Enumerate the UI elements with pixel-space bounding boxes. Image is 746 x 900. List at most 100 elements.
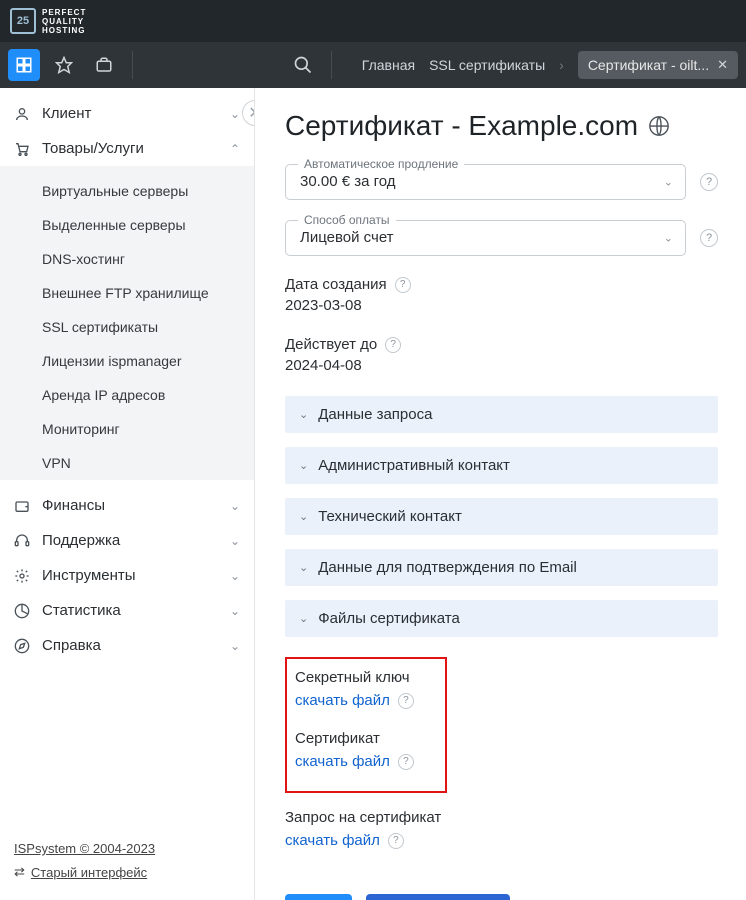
logo-text: PERFECTQUALITYHOSTING (42, 8, 86, 35)
old-interface-link[interactable]: ⇄ Старый интерфейс (14, 864, 155, 880)
sidebar-item-monitoring[interactable]: Мониторинг (0, 412, 254, 446)
highlight-box: Секретный ключ скачать файл? Сертификат … (285, 657, 447, 793)
cert-block: Сертификат скачать файл? (295, 730, 437, 771)
help-icon[interactable]: ? (388, 833, 404, 849)
swap-icon: ⇄ (14, 864, 25, 880)
nav-star-icon[interactable] (48, 49, 80, 81)
help-icon[interactable]: ? (700, 173, 718, 191)
valid-value: 2024-04-08 (285, 357, 718, 374)
sidebar-item-support[interactable]: Поддержка⌄ (0, 523, 254, 558)
chevron-down-icon: ⌄ (299, 612, 308, 625)
payment-select[interactable]: Способ оплаты Лицевой счет ⌄ (285, 220, 686, 256)
csr-label: Запрос на сертификат (285, 809, 718, 826)
help-icon[interactable]: ? (700, 229, 718, 247)
help-icon[interactable]: ? (398, 693, 414, 709)
sidebar-item-ftp[interactable]: Внешнее FTP хранилище (0, 276, 254, 310)
chevron-down-icon: ⌄ (230, 604, 240, 618)
nav-separator (331, 51, 332, 79)
chevron-down-icon: ⌄ (299, 510, 308, 523)
gear-icon (14, 568, 32, 584)
sidebar-item-products[interactable]: Товары/Услуги ⌃ (0, 131, 254, 166)
chevron-up-icon: ⌃ (230, 142, 240, 156)
sidebar-item-client[interactable]: Клиент ⌄ (0, 96, 254, 131)
nav-briefcase-icon[interactable] (88, 49, 120, 81)
topbar: 25 PERFECTQUALITYHOSTING (0, 0, 746, 42)
nav-home-icon[interactable] (8, 49, 40, 81)
compass-icon (14, 638, 32, 654)
sidebar-item-vps[interactable]: Виртуальные серверы (0, 174, 254, 208)
pie-icon (14, 603, 32, 619)
payment-value: Лицевой счет (300, 229, 394, 246)
section-files[interactable]: ⌄Файлы сертификата (285, 600, 718, 637)
action-bar: Ok Удалить ключ Отмена (285, 894, 718, 900)
sidebar-item-dns[interactable]: DNS-хостинг (0, 242, 254, 276)
cert-download[interactable]: скачать файл? (295, 753, 414, 770)
section-admin[interactable]: ⌄Административный контакт (285, 447, 718, 484)
csr-block: Запрос на сертификат скачать файл? (285, 809, 718, 850)
help-icon[interactable]: ? (385, 337, 401, 353)
breadcrumb-home[interactable]: Главная (362, 57, 415, 73)
section-email[interactable]: ⌄Данные для подтверждения по Email (285, 549, 718, 586)
breadcrumb: Главная SSL сертификаты › Сертификат - o… (362, 51, 738, 79)
chevron-down-icon: ⌄ (299, 459, 308, 472)
chevron-down-icon: ⌄ (299, 561, 308, 574)
chevron-down-icon: ⌄ (299, 408, 308, 421)
valid-row: Действует до? 2024-04-08 (285, 336, 718, 374)
help-icon[interactable]: ? (395, 277, 411, 293)
sidebar: ✕ Клиент ⌄ Товары/Услуги ⌃ Виртуальные с… (0, 88, 255, 900)
cancel-button[interactable]: Отмена (524, 894, 626, 900)
ok-button[interactable]: Ok (285, 894, 352, 900)
csr-download[interactable]: скачать файл? (285, 832, 404, 849)
delete-key-button[interactable]: Удалить ключ (366, 894, 510, 900)
chevron-down-icon: ⌄ (664, 176, 673, 189)
section-request[interactable]: ⌄Данные запроса (285, 396, 718, 433)
renewal-select[interactable]: Автоматическое продление 30.00 € за год … (285, 164, 686, 200)
copyright-link[interactable]: ISPsystem © 2004-2023 (14, 841, 155, 856)
section-tech[interactable]: ⌄Технический контакт (285, 498, 718, 535)
cert-label: Сертификат (295, 730, 437, 747)
secret-key-label: Секретный ключ (295, 669, 437, 686)
sidebar-item-isp[interactable]: Лицензии ispmanager (0, 344, 254, 378)
logo[interactable]: 25 PERFECTQUALITYHOSTING (10, 8, 86, 35)
created-value: 2023-03-08 (285, 297, 718, 314)
renewal-value: 30.00 € за год (300, 173, 396, 190)
chevron-down-icon: ⌄ (664, 232, 673, 245)
breadcrumb-current[interactable]: Сертификат - oilt... ✕ (578, 51, 738, 79)
content: Сертификат - Example.com Автоматическое … (255, 88, 746, 900)
chevron-down-icon: ⌄ (230, 107, 240, 121)
nav-separator (132, 51, 133, 79)
help-icon[interactable]: ? (398, 754, 414, 770)
sidebar-item-finance[interactable]: Финансы⌄ (0, 488, 254, 523)
globe-icon (648, 115, 670, 137)
sidebar-item-ip[interactable]: Аренда IP адресов (0, 378, 254, 412)
page-title: Сертификат - Example.com (285, 110, 718, 142)
renewal-field-wrap: Автоматическое продление 30.00 € за год … (285, 164, 718, 200)
sidebar-item-help[interactable]: Справка⌄ (0, 628, 254, 663)
user-icon (14, 106, 32, 122)
close-icon[interactable]: ✕ (717, 57, 728, 73)
chevron-down-icon: ⌄ (230, 534, 240, 548)
sidebar-item-dedicated[interactable]: Выделенные серверы (0, 208, 254, 242)
chevron-down-icon: ⌄ (230, 499, 240, 513)
navbar: Главная SSL сертификаты › Сертификат - o… (0, 42, 746, 88)
created-row: Дата создания? 2023-03-08 (285, 276, 718, 314)
wallet-icon (14, 498, 32, 514)
search-icon[interactable] (287, 49, 319, 81)
cart-icon (14, 141, 32, 157)
cert-files: Секретный ключ скачать файл? Сертификат … (285, 651, 718, 874)
secret-key-block: Секретный ключ скачать файл? (295, 669, 437, 710)
breadcrumb-ssl[interactable]: SSL сертификаты (429, 57, 545, 73)
secret-key-download[interactable]: скачать файл? (295, 692, 414, 709)
headset-icon (14, 533, 32, 549)
logo-badge: 25 (10, 8, 36, 34)
sidebar-item-stats[interactable]: Статистика⌄ (0, 593, 254, 628)
payment-field-wrap: Способ оплаты Лицевой счет ⌄ ? (285, 220, 718, 256)
chevron-down-icon: ⌄ (230, 639, 240, 653)
payment-label: Способ оплаты (298, 213, 396, 227)
sidebar-item-vpn[interactable]: VPN (0, 446, 254, 480)
sidebar-item-tools[interactable]: Инструменты⌄ (0, 558, 254, 593)
renewal-label: Автоматическое продление (298, 157, 464, 171)
chevron-down-icon: ⌄ (230, 569, 240, 583)
chevron-right-icon: › (559, 57, 564, 73)
sidebar-item-ssl[interactable]: SSL сертификаты (0, 310, 254, 344)
